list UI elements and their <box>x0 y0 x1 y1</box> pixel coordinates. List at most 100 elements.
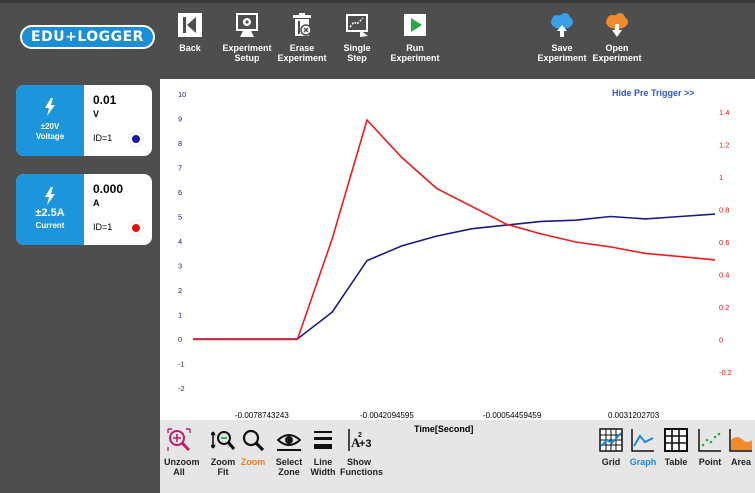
point-label: Point <box>698 457 722 467</box>
y-right-tick: 0.4 <box>719 271 729 280</box>
line-width-button[interactable]: Line Width <box>308 428 338 477</box>
graph-icon <box>631 429 654 452</box>
grid-view-button[interactable]: Grid <box>596 428 626 467</box>
line-width-label-2: Width <box>310 467 336 477</box>
zoom-fit-label-2: Fit <box>217 467 229 477</box>
unzoom-all-button[interactable]: Unzoom All <box>164 428 200 477</box>
x-tick-label: -0.0042094595 <box>360 411 414 420</box>
open-experiment-button[interactable]: Open Experiment <box>590 12 644 63</box>
y-left-tick: 0 <box>178 335 182 344</box>
y-right-tick: 1 <box>719 173 723 182</box>
table-icon <box>664 428 688 452</box>
back-icon <box>178 13 202 37</box>
sensor-value: 0.01 <box>93 93 117 107</box>
y-left-tick: 1 <box>178 311 182 320</box>
show-functions-label-2: Functions <box>340 467 383 477</box>
show-functions-label-1: Show <box>347 457 371 467</box>
line-width-icon <box>314 431 332 449</box>
cloud-download-icon <box>606 13 628 37</box>
y-right-tick: 0.8 <box>719 206 729 215</box>
run-label-1: Run <box>406 43 424 53</box>
select-zone-button[interactable]: Select Zone <box>274 428 304 477</box>
svg-text:+3: +3 <box>359 438 371 450</box>
eye-icon <box>276 434 302 451</box>
sensor-id: ID=1 <box>93 222 113 232</box>
graph-view-button[interactable]: Graph <box>627 428 659 467</box>
lightning-icon <box>45 187 55 205</box>
single-step-label-1: Single <box>343 43 371 53</box>
x-axis-label: Time[Second] <box>414 424 474 434</box>
save-experiment-button[interactable]: Save Experiment <box>535 12 589 63</box>
single-step-label-2: Step <box>347 53 367 63</box>
zoom-fit-button[interactable]: Zoom Fit <box>208 428 238 477</box>
table-label: Table <box>664 457 688 467</box>
y-left-tick: 2 <box>178 286 182 295</box>
y-left-tick: 4 <box>178 237 182 246</box>
sensor-name: Voltage <box>35 132 65 141</box>
y-left-tick: 3 <box>178 262 182 271</box>
trash-icon <box>293 13 312 36</box>
y-left-tick: -1 <box>178 360 185 369</box>
sensor-name: Current <box>35 221 65 230</box>
edulogger-logo: EDU+LOGGER <box>20 25 155 49</box>
select-zone-label-2: Zone <box>278 467 300 477</box>
line-width-label-1: Line <box>313 457 333 467</box>
unzoom-label-2: All <box>173 467 185 477</box>
y-right-tick: 0 <box>719 336 723 345</box>
lightning-icon <box>45 98 55 116</box>
show-functions-button[interactable]: A 2 +3 Show Functions <box>340 428 383 477</box>
single-step-icon <box>346 14 368 37</box>
select-zone-label-1: Select <box>275 457 303 467</box>
grid-label: Grid <box>601 457 621 467</box>
zoom-fit-label-1: Zoom <box>210 457 236 467</box>
sensor-id: ID=1 <box>93 133 113 143</box>
save-label-1: Save <box>551 43 573 53</box>
y-left-tick: 10 <box>178 90 186 99</box>
y-left-tick: 5 <box>178 213 182 222</box>
zoom-button[interactable]: Zoom <box>238 428 268 467</box>
erase-label-2: Experiment <box>277 53 327 63</box>
hide-pre-trigger-link[interactable]: Hide Pre Trigger >> <box>612 88 695 98</box>
run-experiment-button[interactable]: Run Experiment <box>390 12 440 63</box>
y-left-tick: 6 <box>178 188 182 197</box>
setup-label-2: Setup <box>234 53 260 63</box>
back-button[interactable]: Back <box>176 12 204 53</box>
cloud-upload-icon <box>551 13 573 37</box>
sensor-value: 0.000 <box>93 182 124 196</box>
table-view-button[interactable]: Table <box>660 428 692 467</box>
line-chart[interactable]: 109876543210-1-21.41.210.80.60.40.20-0.2 <box>160 79 755 419</box>
sensor-range: ±2.5A <box>35 207 65 219</box>
area-view-button[interactable]: Area <box>727 428 755 467</box>
series-color-dot[interactable] <box>128 220 144 236</box>
point-view-button[interactable]: Point <box>694 428 726 467</box>
open-label-2: Experiment <box>592 53 642 63</box>
experiment-setup-button[interactable]: Experiment Setup <box>222 12 272 63</box>
erase-label-1: Erase <box>289 43 315 53</box>
y-left-tick: 9 <box>178 115 182 124</box>
setup-icon <box>236 13 258 37</box>
y-right-tick: 1.4 <box>719 108 729 117</box>
sensor-range: ±20V <box>40 122 60 131</box>
functions-icon: A2+3 <box>348 429 372 451</box>
setup-label-1: Experiment <box>222 43 272 53</box>
sensor-card-current[interactable]: ±2.5A Current 0.000 A ID=1 <box>16 174 152 245</box>
play-icon <box>404 14 426 36</box>
point-icon <box>698 429 721 452</box>
sensor-unit: A <box>93 198 100 208</box>
back-label: Back <box>179 43 201 53</box>
series-color-dot[interactable] <box>128 131 144 147</box>
y-right-tick: 0.6 <box>719 238 729 247</box>
series-line-voltage[interactable] <box>193 213 716 340</box>
graph-label: Graph <box>629 457 657 467</box>
unzoom-icon <box>167 428 191 452</box>
sensor-unit: V <box>93 109 100 119</box>
sensor-card-voltage[interactable]: ±20V Voltage 0.01 V ID=1 <box>16 85 152 156</box>
x-tick-label: -0.00054459459 <box>483 411 542 420</box>
area-icon <box>729 429 752 452</box>
series-line-current[interactable] <box>193 118 716 341</box>
save-label-2: Experiment <box>537 53 587 63</box>
single-step-button[interactable]: Single Step <box>340 12 374 63</box>
zoom-label: Zoom <box>240 457 266 467</box>
y-right-tick: 1.2 <box>719 141 729 150</box>
erase-experiment-button[interactable]: Erase Experiment <box>276 12 328 63</box>
